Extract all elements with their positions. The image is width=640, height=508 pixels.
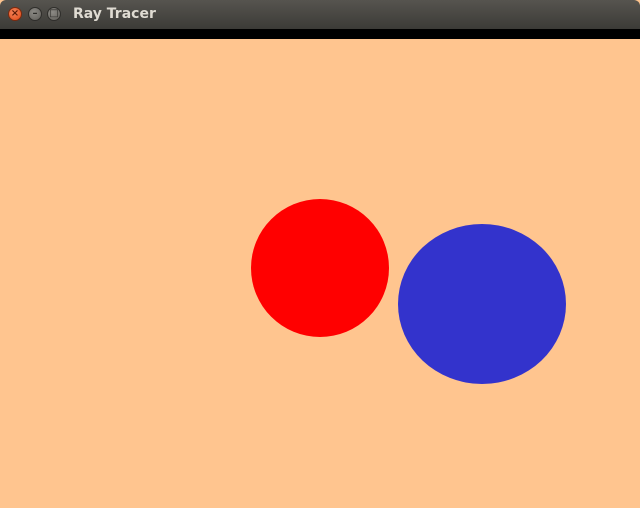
blue-sphere	[398, 224, 566, 384]
minimize-icon: –	[32, 8, 38, 19]
close-button[interactable]: ×	[8, 7, 22, 21]
menu-bar-strip	[0, 29, 640, 39]
window-title: Ray Tracer	[73, 6, 156, 22]
scene-svg	[0, 39, 640, 508]
maximize-icon: □	[49, 8, 59, 19]
render-canvas	[0, 39, 640, 508]
red-sphere	[251, 199, 389, 337]
close-icon: ×	[10, 8, 20, 19]
minimize-button[interactable]: –	[28, 7, 42, 21]
title-bar[interactable]: × – □ Ray Tracer	[0, 0, 640, 29]
maximize-button[interactable]: □	[47, 7, 61, 21]
app-window: × – □ Ray Tracer	[0, 0, 640, 508]
